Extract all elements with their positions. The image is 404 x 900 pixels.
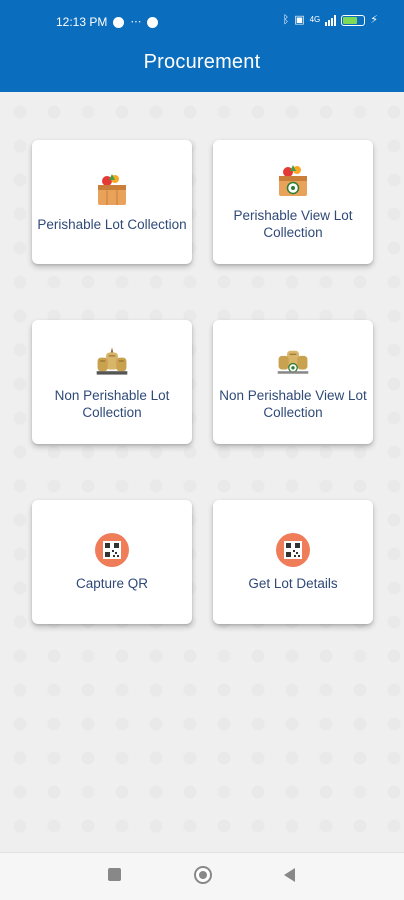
grain-sacks-view-icon — [276, 343, 310, 379]
page-title: Procurement — [143, 51, 261, 73]
recents-button[interactable] — [108, 868, 121, 881]
perishable-view-lot-collection-card[interactable]: Perishable View Lot Collection — [213, 140, 373, 264]
signal-strength-icon — [325, 14, 337, 26]
vegetable-basket-icon — [95, 172, 129, 208]
grain-sacks-icon — [95, 343, 129, 379]
perishable-lot-collection-card[interactable]: Perishable Lot Collection — [32, 140, 192, 264]
notification-icon-2 — [147, 16, 159, 28]
home-button[interactable] — [194, 866, 212, 884]
qr-code-icon — [95, 532, 129, 567]
main-content: Perishable Lot Collection Perishable Vie… — [0, 92, 404, 852]
status-right: ᛒ ▣ 4G ⚡ — [283, 14, 378, 26]
card-label: Perishable Lot Collection — [37, 216, 187, 232]
bluetooth-icon: ᛒ — [282, 14, 290, 26]
get-lot-details-card[interactable]: Get Lot Details — [213, 500, 373, 624]
card-label: Non Perishable Lot Collection — [54, 388, 170, 420]
card-label: Get Lot Details — [248, 575, 338, 591]
card-label: Capture QR — [75, 575, 149, 591]
status-left: 12:13 PM ⋯ — [56, 15, 159, 29]
network-type-label: 4G — [309, 15, 321, 24]
card-label: Non Perishable View Lot Collection — [219, 388, 367, 420]
notification-icon — [113, 16, 125, 28]
charging-icon: ⚡ — [370, 14, 378, 26]
nfc-icon: ▣ — [294, 14, 305, 26]
status-bar: 12:13 PM ⋯ ᛒ ▣ 4G ⚡ — [0, 0, 404, 44]
non-perishable-lot-collection-card[interactable]: Non Perishable Lot Collection — [32, 320, 192, 444]
system-nav-bar — [0, 852, 404, 900]
capture-qr-card[interactable]: Capture QR — [32, 500, 192, 624]
card-label: Perishable View Lot Collection — [233, 208, 353, 240]
signal-dots-icon: ⋯ — [130, 16, 142, 28]
non-perishable-view-lot-collection-card[interactable]: Non Perishable View Lot Collection — [213, 320, 373, 444]
qr-code-icon — [276, 532, 310, 567]
status-time: 12:13 PM — [56, 15, 108, 29]
vegetable-basket-view-icon — [276, 163, 310, 199]
app-header: 12:13 PM ⋯ ᛒ ▣ 4G ⚡ Procurement — [0, 0, 404, 92]
back-button[interactable] — [284, 868, 295, 882]
battery-icon — [341, 14, 366, 26]
